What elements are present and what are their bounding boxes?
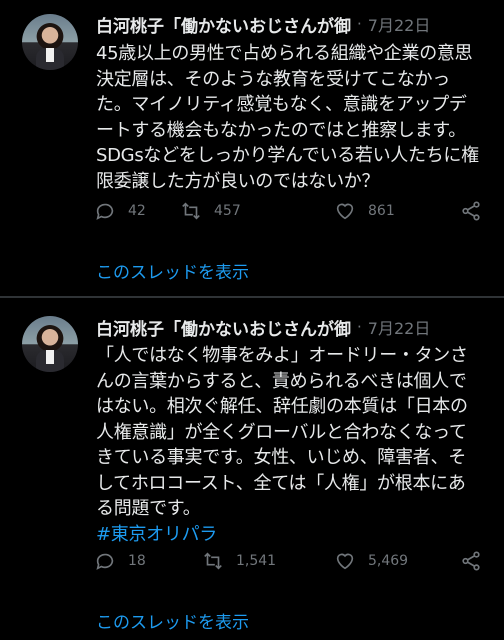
like-count: 861 bbox=[368, 203, 395, 219]
avatar[interactable] bbox=[22, 14, 78, 70]
reply-count: 42 bbox=[128, 203, 146, 219]
reply-icon bbox=[96, 553, 114, 570]
retweet-button[interactable]: 1,541 bbox=[202, 550, 276, 572]
share-button[interactable] bbox=[460, 550, 482, 572]
share-icon bbox=[462, 551, 480, 571]
tweet-line: る問題です。 bbox=[96, 498, 201, 519]
reply-button[interactable]: 18 bbox=[94, 550, 146, 572]
heart-icon bbox=[336, 553, 354, 570]
retweet-icon bbox=[182, 202, 200, 220]
show-thread-link[interactable]: このスレッドを表示 bbox=[96, 608, 249, 633]
retweet-count: 1,541 bbox=[236, 553, 277, 569]
tweet-actions: 42 457 861 bbox=[94, 200, 494, 228]
tweet-line: 決定層は、そのような教育を受けてこなかっ bbox=[96, 68, 450, 90]
tweet-line: た。マイノリティ感覚もなく、意識をアップデ bbox=[96, 94, 467, 115]
tweet-line: してホロコースト、全ては「人権」が根本にあ bbox=[96, 472, 466, 494]
tweet-line: んの言葉からすると、責められるべきは個人で bbox=[96, 370, 467, 392]
like-button[interactable]: 861 bbox=[334, 200, 395, 222]
heart-icon bbox=[336, 203, 354, 220]
tweet-text: 45歳以上の男性で占められる組織や企業の意思 決定層は、そのような教育を受けてこ… bbox=[96, 41, 496, 194]
retweet-button[interactable]: 457 bbox=[180, 200, 241, 222]
reply-count: 18 bbox=[128, 553, 146, 569]
tweet-date[interactable]: 7月22日 bbox=[368, 315, 431, 339]
avatar[interactable] bbox=[22, 316, 78, 372]
like-count: 5,469 bbox=[368, 553, 409, 569]
tweet-line: 人権意識」が全くグローバルと合わなくなって bbox=[96, 421, 467, 443]
show-thread-link[interactable]: このスレッドを表示 bbox=[96, 258, 249, 283]
share-button[interactable] bbox=[460, 200, 482, 222]
tweet-date[interactable]: 7月22日 bbox=[368, 12, 431, 36]
retweet-icon bbox=[204, 552, 222, 570]
tweet-line: 限委譲した方が良いのではないか？ bbox=[96, 170, 380, 192]
reply-button[interactable]: 42 bbox=[94, 200, 146, 222]
tweet-header: 白河桃子「働かないおじさんが御 · 7月22日 bbox=[96, 12, 496, 37]
tweet-line: ートする機会もなかったのではと推察します。 bbox=[96, 119, 466, 141]
author-name[interactable]: 白河桃子「働かないおじさんが御 bbox=[96, 12, 351, 37]
like-button[interactable]: 5,469 bbox=[334, 550, 408, 572]
reply-icon bbox=[96, 203, 114, 220]
tweet-header: 白河桃子「働かないおじさんが御 · 7月22日 bbox=[96, 315, 496, 340]
author-name[interactable]: 白河桃子「働かないおじさんが御 bbox=[96, 315, 351, 340]
separator: · bbox=[357, 318, 362, 336]
tweet-line: 45歳以上の男性で占められる組織や企業の意思 bbox=[96, 43, 473, 64]
tweet-text: 「人ではなく物事をみよ」オードリー・タンさ んの言葉からすると、責められるべきは… bbox=[96, 343, 496, 547]
retweet-count: 457 bbox=[214, 203, 241, 219]
separator: · bbox=[357, 15, 362, 33]
tweet-line: はない。相次ぐ解任、辞任劇の本質は「日本の bbox=[96, 396, 468, 417]
tweet[interactable]: 白河桃子「働かないおじさんが御 · 7月22日 45歳以上の男性で占められる組織… bbox=[0, 0, 504, 296]
tweet-line: きている事実です。女性、いじめ、障害者、そ bbox=[96, 447, 466, 468]
tweet-line: 「人ではなく物事をみよ」オードリー・タンさ bbox=[96, 345, 468, 366]
tweet[interactable]: 白河桃子「働かないおじさんが御 · 7月22日 「人ではなく物事をみよ」オードリ… bbox=[0, 298, 504, 640]
share-icon bbox=[462, 201, 480, 221]
tweet-actions: 18 1,541 5,469 bbox=[94, 550, 494, 578]
tweet-line: SDGsなどをしっかり学んでいる若い人たちに権 bbox=[96, 145, 479, 166]
hashtag-link[interactable]: #東京オリパラ bbox=[96, 522, 496, 548]
